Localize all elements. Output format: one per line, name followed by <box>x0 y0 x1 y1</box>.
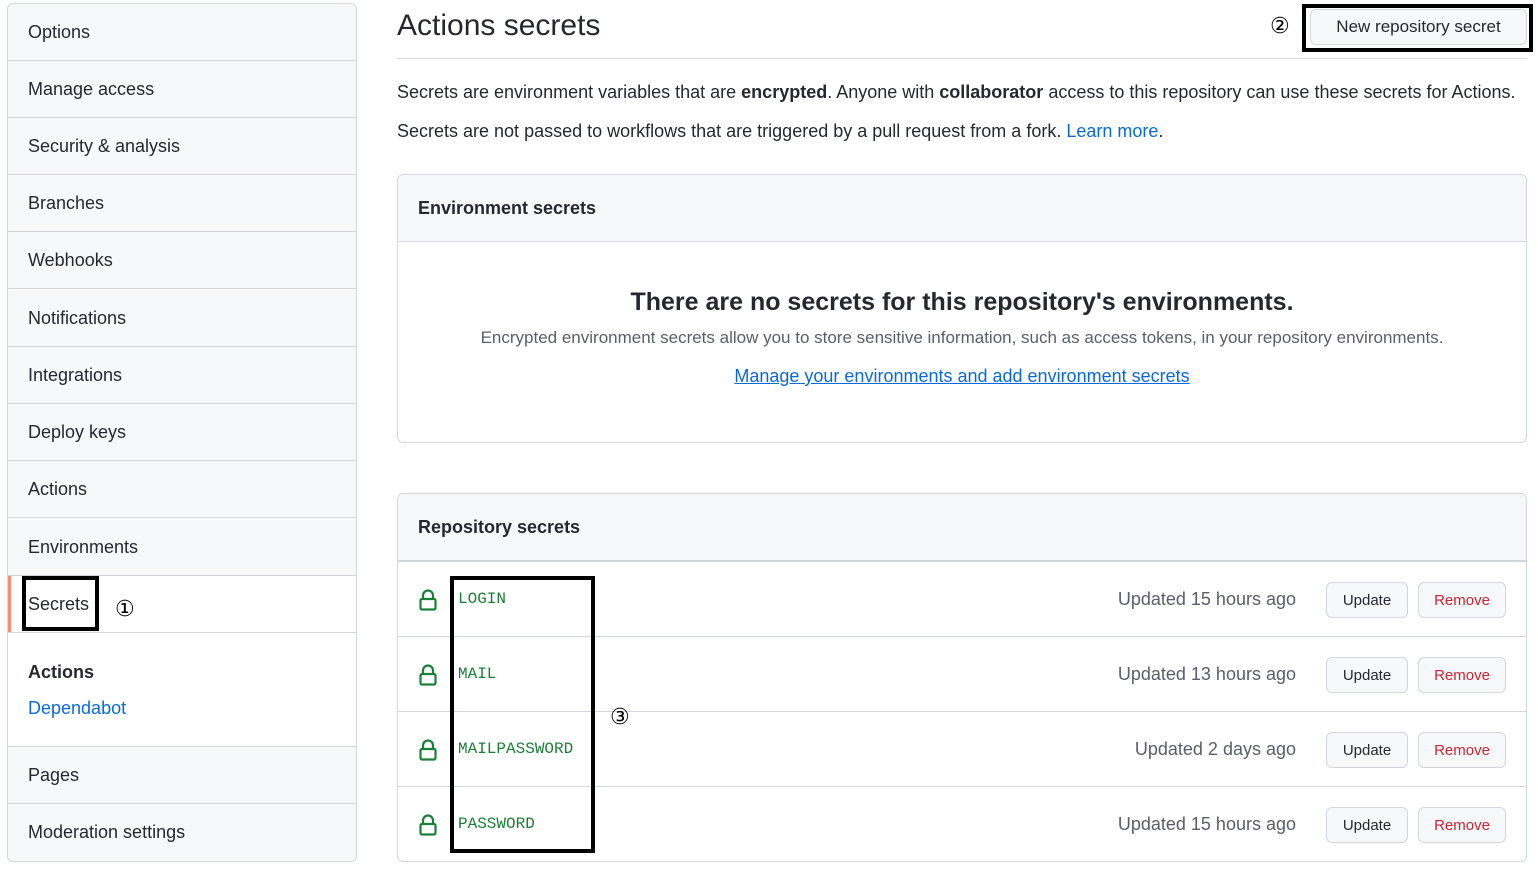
environment-blankslate-text: Encrypted environment secrets allow you … <box>480 328 1444 347</box>
environment-secrets-header: Environment secrets <box>398 175 1526 242</box>
description-text: . <box>1158 121 1164 141</box>
sidebar-item-label: Actions <box>28 478 88 499</box>
remove-secret-button[interactable]: Remove <box>1418 807 1506 843</box>
description-text: Secrets are not passed to workflows that… <box>397 121 1067 141</box>
annotation-box-secret-names <box>450 576 595 853</box>
sidebar-item-label: Environments <box>28 536 139 557</box>
sidebar-item-label: Integrations <box>28 364 123 385</box>
remove-secret-button[interactable]: Remove <box>1418 582 1506 618</box>
sidebar-item-label: Moderation settings <box>28 822 186 842</box>
learn-more-link[interactable]: Learn more <box>1066 121 1158 141</box>
sidebar-item-notifications[interactable]: Notifications <box>8 290 356 347</box>
sidebar-item-label: Manage access <box>28 78 155 99</box>
sidebar-item-label: Deploy keys <box>28 421 127 442</box>
sidebar-item-moderation-settings[interactable]: Moderation settings <box>8 804 356 861</box>
sidebar-item-label: Options <box>28 21 91 42</box>
sidebar-item-branches[interactable]: Branches <box>8 175 356 232</box>
remove-secret-button[interactable]: Remove <box>1418 732 1506 768</box>
remove-secret-button[interactable]: Remove <box>1418 657 1506 693</box>
page-title: Actions secrets <box>397 9 601 42</box>
sidebar-item-label: Branches <box>28 192 105 213</box>
description-text: . Anyone with <box>827 82 940 102</box>
lock-icon <box>419 589 437 611</box>
manage-environments-link[interactable]: Manage your environments and add environ… <box>734 366 1189 386</box>
description-emphasis-collaborator: collaborator <box>939 82 1044 102</box>
sidebar-item-manage-access[interactable]: Manage access <box>8 61 356 118</box>
description-emphasis-encrypted: encrypted <box>741 82 828 102</box>
sidebar-subgroup-actions[interactable]: Actions <box>28 662 94 683</box>
annotation-marker-1: ① <box>115 597 135 622</box>
description-line-2: Secrets are not passed to workflows that… <box>397 121 1163 142</box>
title-divider <box>397 58 1527 59</box>
sidebar-secrets-subgroup: Actions Dependabot <box>8 635 356 747</box>
annotation-box-new-secret <box>1302 4 1533 52</box>
sidebar-item-label: Webhooks <box>28 249 113 270</box>
sidebar-item-options[interactable]: Options <box>8 4 356 61</box>
environment-blankslate-link-wrapper: Manage your environments and add environ… <box>398 366 1526 387</box>
lock-icon <box>419 664 437 686</box>
sidebar-item-integrations[interactable]: Integrations <box>8 347 356 404</box>
annotation-marker-3: ③ <box>610 705 630 730</box>
update-secret-button[interactable]: Update <box>1326 582 1408 618</box>
update-secret-button[interactable]: Update <box>1326 657 1408 693</box>
environment-secrets-box: Environment secrets There are no secrets… <box>397 174 1527 443</box>
description-text: Secrets are environment variables that a… <box>397 82 742 102</box>
sidebar-item-security-analysis[interactable]: Security & analysis <box>8 118 356 175</box>
secret-updated-time: Updated 15 hours ago <box>1117 589 1296 609</box>
sidebar-item-environments[interactable]: Environments <box>8 519 356 576</box>
description-text: access to this repository can use these … <box>1043 82 1516 102</box>
sidebar-item-deploy-keys[interactable]: Deploy keys <box>8 404 356 461</box>
sidebar-item-label: Pages <box>28 764 80 785</box>
lock-icon <box>419 814 437 836</box>
settings-sidebar: Options Manage access Security & analysi… <box>7 3 357 862</box>
sidebar-item-label: Security & analysis <box>28 135 181 156</box>
secret-updated-time: Updated 13 hours ago <box>1117 664 1296 684</box>
lock-icon <box>419 739 437 761</box>
annotation-box-secrets <box>22 576 99 631</box>
update-secret-button[interactable]: Update <box>1326 807 1408 843</box>
sidebar-item-webhooks[interactable]: Webhooks <box>8 232 356 289</box>
environment-blankslate-title: There are no secrets for this repository… <box>630 288 1294 316</box>
secret-updated-time: Updated 15 hours ago <box>1117 814 1296 834</box>
update-secret-button[interactable]: Update <box>1326 732 1408 768</box>
sidebar-subgroup-dependabot-link[interactable]: Dependabot <box>28 698 126 719</box>
sidebar-item-pages[interactable]: Pages <box>8 747 356 804</box>
sidebar-item-actions[interactable]: Actions <box>8 461 356 518</box>
repository-secrets-header: Repository secrets <box>398 494 1526 561</box>
sidebar-item-label: Notifications <box>28 307 127 328</box>
annotation-marker-2: ② <box>1270 14 1290 39</box>
description-line-1: Secrets are environment variables that a… <box>397 82 1516 103</box>
secret-updated-time: Updated 2 days ago <box>1134 739 1296 759</box>
